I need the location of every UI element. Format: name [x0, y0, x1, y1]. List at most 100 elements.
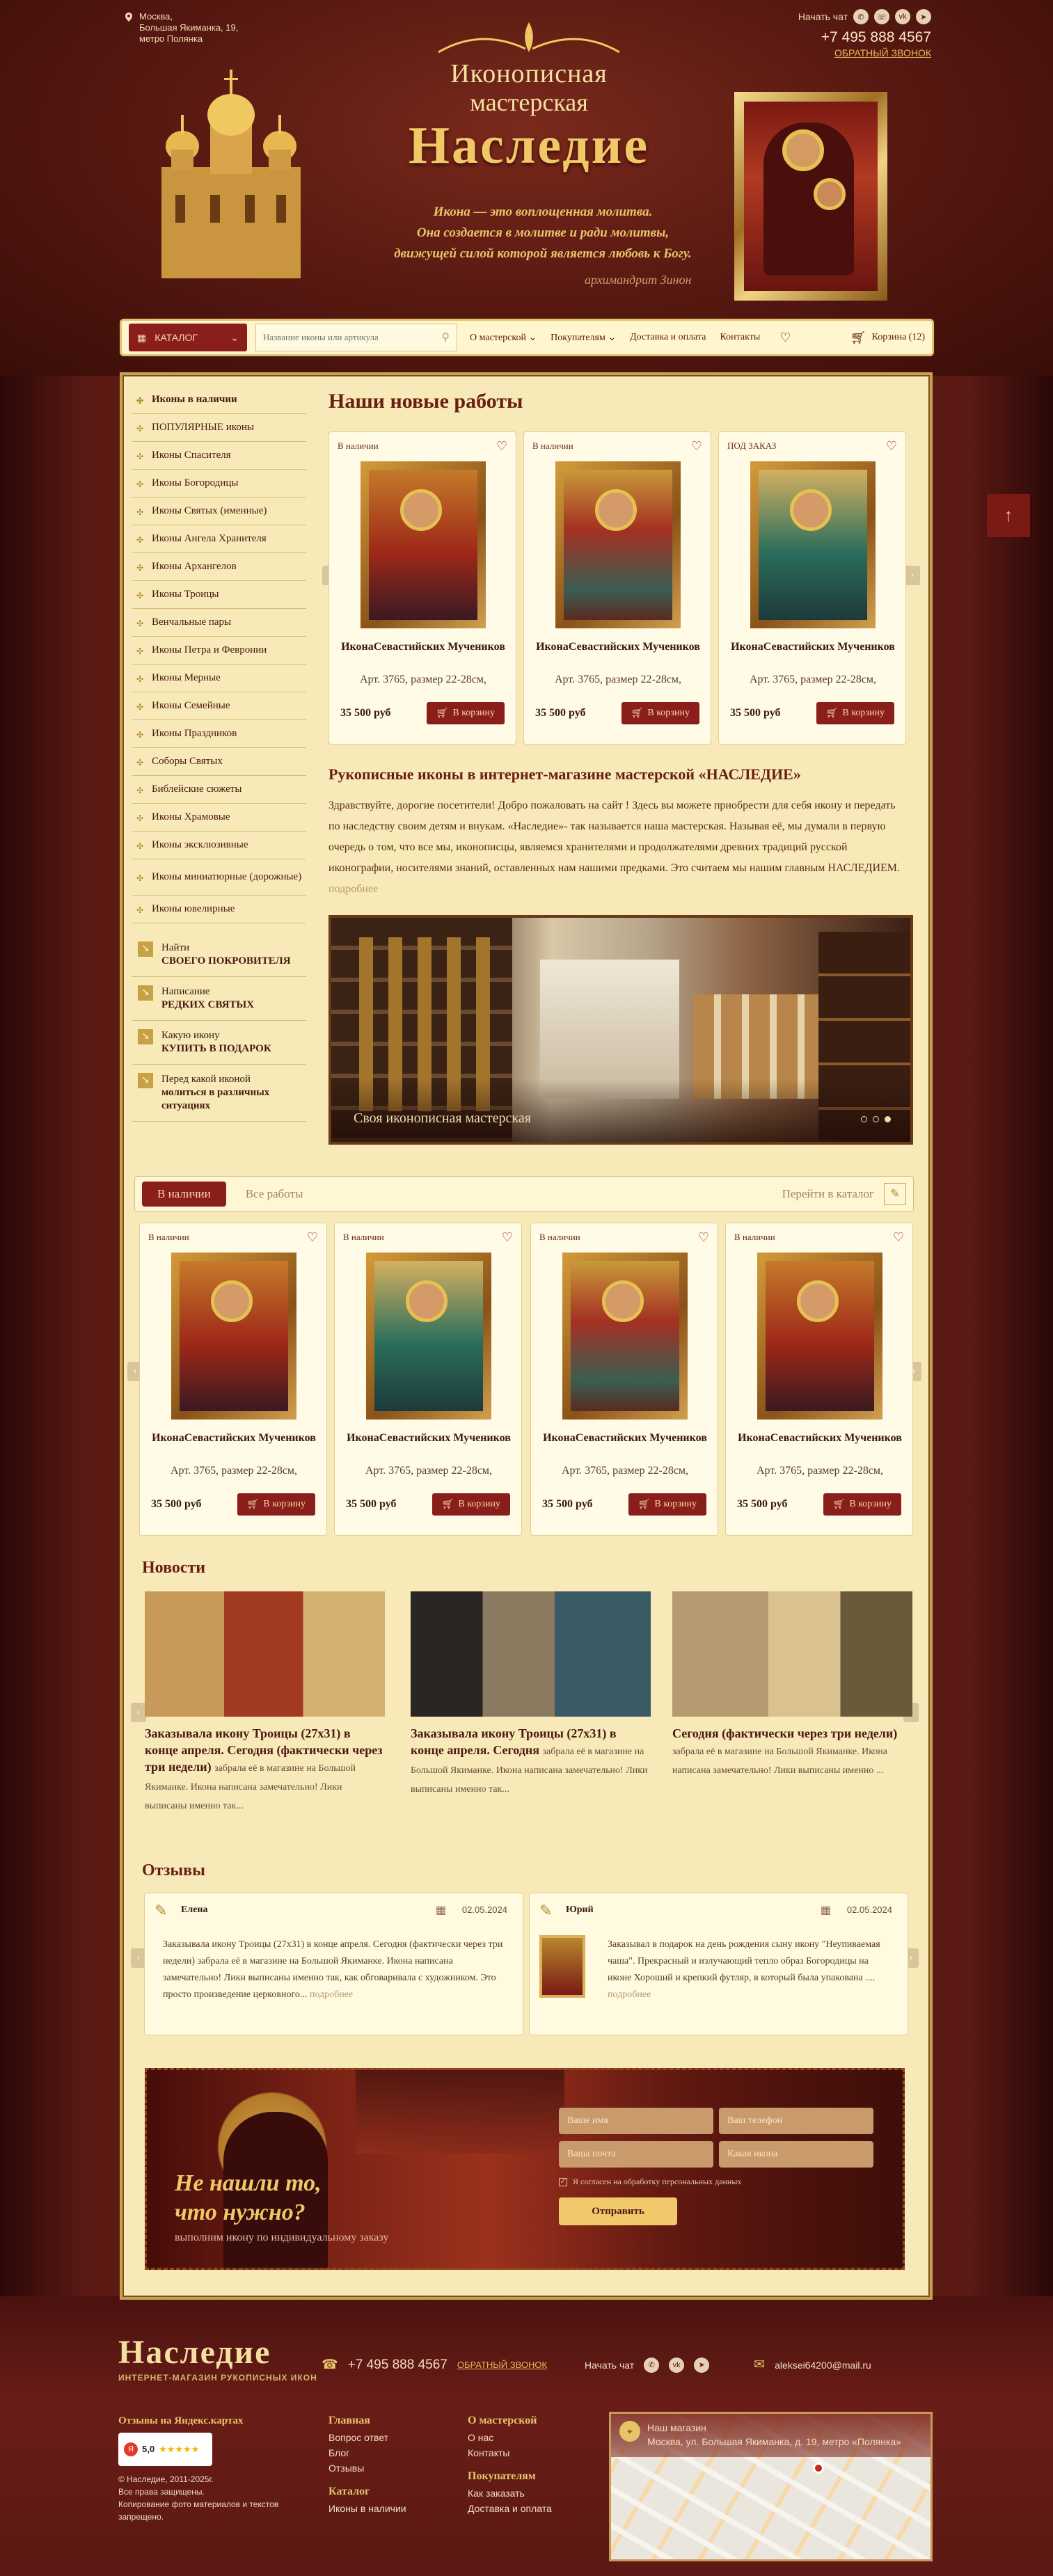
scroll-top-button[interactable]: ↑ [987, 494, 1030, 537]
heart-icon[interactable]: ♡ [307, 1230, 318, 1245]
nav-contacts[interactable]: Контакты [720, 332, 760, 343]
sidebar-item[interactable]: ✣ Иконы ювелирные [132, 896, 306, 923]
checkbox-icon[interactable]: ✓ [559, 2177, 567, 2186]
viber-icon[interactable]: ☏ [874, 9, 889, 24]
vk-icon[interactable]: vk [895, 9, 910, 24]
product-image[interactable] [366, 1253, 491, 1420]
sidebar-promo-link[interactable]: ↘ Какую икону КУПИТЬ В ПОДАРОК [132, 1021, 306, 1065]
sidebar-item[interactable]: ✣ Иконы Спасителя [132, 442, 306, 470]
news-card[interactable]: Заказывала икону Троицы (27х31) в конце … [145, 1591, 385, 1815]
product-image[interactable] [361, 461, 486, 628]
add-to-cart-button[interactable]: 🛒︎ В корзину [823, 1493, 901, 1516]
sidebar-item[interactable]: ✣ Иконы Ангела Хранителя [132, 525, 306, 553]
news-card[interactable]: Заказывала икону Троицы (27х31) в конце … [411, 1591, 651, 1798]
catalog-link[interactable]: Перейти в каталог ✎ [782, 1183, 906, 1205]
yandex-rating-badge[interactable]: Я 5,0 ★★★★★ [118, 2433, 212, 2466]
sidebar-item[interactable]: ✣ Иконы Мерные [132, 665, 306, 692]
review-more-link[interactable]: подробнее [608, 1989, 651, 2000]
footer-col-title[interactable]: Каталог [328, 2483, 406, 2501]
footer-col-title[interactable]: Покупателям [468, 2467, 552, 2486]
sidebar-promo-link[interactable]: ↘ Найти СВОЕГО ПОКРОВИТЕЛЯ [132, 933, 306, 977]
footer-col-title[interactable]: Главная [328, 2412, 406, 2430]
review-image[interactable] [539, 1935, 585, 1998]
news-title[interactable]: Сегодня (фактически через три недели) [672, 1726, 897, 1740]
product-image[interactable] [171, 1253, 296, 1420]
icon-field[interactable]: Какая икона [719, 2141, 873, 2168]
sidebar-item[interactable]: ✣ Иконы в наличии [132, 386, 306, 414]
heart-icon[interactable]: ♡ [886, 439, 897, 454]
email-field[interactable]: Ваша почта [559, 2141, 713, 2168]
footer-callback[interactable]: ОБРАТНЫЙ ЗВОНОК [457, 2360, 547, 2370]
sidebar-item[interactable]: ✣ Иконы миниатюрные (дорожные) [132, 859, 306, 896]
catalog-button[interactable]: ▦ КАТАЛОГ ⌄ [129, 324, 247, 351]
slider-dot[interactable] [885, 1116, 891, 1122]
whatsapp-icon[interactable]: ✆ [853, 9, 869, 24]
heart-icon[interactable]: ♡ [779, 331, 791, 345]
consent-row[interactable]: ✓ Я согласен на обработку персональных д… [559, 2177, 741, 2187]
product-card[interactable]: В наличии ♡ ИконаСевастийских Мучеников Арт… [530, 1223, 718, 1536]
footer-map[interactable]: ⌖ Наш магазин Москва, ул. Большая Якиман… [609, 2412, 933, 2561]
slider-dot[interactable] [873, 1116, 879, 1122]
footer-email[interactable]: aleksei64200@mail.ru [775, 2360, 871, 2371]
product-title[interactable]: ИконаСевастийских Мучеников [342, 1431, 516, 1445]
cart-button[interactable]: 🛒︎ Корзина (12) [850, 331, 925, 345]
footer-col-title[interactable]: О мастерской [468, 2412, 552, 2430]
heart-icon[interactable]: ♡ [496, 439, 507, 454]
heart-icon[interactable]: ♡ [893, 1230, 904, 1245]
header-phone[interactable]: +7 495 888 4567 [798, 28, 931, 47]
add-to-cart-button[interactable]: 🛒︎ В корзину [628, 1493, 706, 1516]
product-title[interactable]: ИконаСевастийских Мучеников [147, 1431, 321, 1445]
footer-link[interactable]: Контакты [468, 2445, 552, 2460]
tab-all-works[interactable]: Все работы [246, 1187, 303, 1201]
news-card[interactable]: Сегодня (фактически через три недели) за… [672, 1591, 912, 1779]
nav-about[interactable]: О мастерской ⌄ [470, 332, 537, 344]
footer-link[interactable]: Блог [328, 2445, 406, 2460]
product-image[interactable] [562, 1253, 688, 1420]
product-card[interactable]: В наличии ♡ ИконаСевастийских Мучеников Арт… [523, 431, 711, 745]
sidebar-item[interactable]: ✣ Иконы Петра и Февронии [132, 637, 306, 665]
telegram-icon[interactable]: ➤ [916, 9, 931, 24]
add-to-cart-button[interactable]: 🛒︎ В корзину [426, 702, 505, 724]
add-to-cart-button[interactable]: 🛒︎ В корзину [432, 1493, 510, 1516]
vk-icon[interactable]: vk [669, 2357, 685, 2373]
site-logo[interactable]: Иконописная мастерская Наследие [362, 21, 696, 175]
sidebar-promo-link[interactable]: ↘ Перед какой иконой молиться в различных … [132, 1065, 306, 1122]
nav-buyers[interactable]: Покупателям ⌄ [551, 332, 616, 344]
sidebar-item[interactable]: ✣ Иконы Святых (именные) [132, 498, 306, 525]
product-title[interactable]: ИконаСевастийских Мучеников [726, 639, 900, 654]
chat-label[interactable]: Начать чат [798, 11, 848, 22]
product-image[interactable] [750, 461, 876, 628]
footer-phone[interactable]: +7 495 888 4567 [348, 2358, 448, 2373]
tab-in-stock[interactable]: В наличии [142, 1182, 226, 1207]
sidebar-item[interactable]: ✣ Библейские сюжеты [132, 776, 306, 804]
next-arrow-icon[interactable]: › [905, 566, 920, 585]
submit-button[interactable]: Отправить [559, 2197, 677, 2225]
sidebar-item[interactable]: ✣ Иконы Храмовые [132, 804, 306, 832]
product-image[interactable] [757, 1253, 882, 1420]
search-icon[interactable]: ⚲ [441, 331, 450, 344]
sidebar-item[interactable]: ✣ ПОПУЛЯРНЫЕ иконы [132, 414, 306, 442]
footer-link[interactable]: Иконы в наличии [328, 2501, 406, 2516]
product-title[interactable]: ИконаСевастийских Мучеников [531, 639, 705, 654]
product-card[interactable]: В наличии ♡ ИконаСевастийских Мучеников Арт… [725, 1223, 913, 1536]
sidebar-item[interactable]: ✣ Соборы Святых [132, 748, 306, 776]
news-image[interactable] [145, 1591, 385, 1717]
nav-delivery[interactable]: Доставка и оплата [630, 332, 706, 343]
callback-link[interactable]: ОБРАТНЫЙ ЗВОНОК [798, 47, 931, 58]
whatsapp-icon[interactable]: ✆ [644, 2357, 660, 2373]
name-field[interactable]: Ваше имя [559, 2108, 713, 2134]
product-title[interactable]: ИконаСевастийских Мучеников [538, 1431, 712, 1445]
add-to-cart-button[interactable]: 🛒︎ В корзину [237, 1493, 315, 1516]
slider-dot[interactable] [861, 1116, 867, 1122]
footer-logo[interactable]: Наследие [118, 2335, 271, 2371]
sidebar-promo-link[interactable]: ↘ Написание РЕДКИХ СВЯТЫХ [132, 977, 306, 1021]
review-more-link[interactable]: подробнее [310, 1989, 353, 2000]
product-image[interactable] [555, 461, 681, 628]
product-title[interactable]: ИконаСевастийских Мучеников [336, 639, 510, 654]
footer-link[interactable]: Как заказать [468, 2486, 552, 2501]
add-to-cart-button[interactable]: 🛒︎ В корзину [816, 702, 894, 724]
prev-arrow-icon[interactable]: ‹ [131, 1703, 146, 1722]
footer-link[interactable]: Вопрос ответ [328, 2430, 406, 2445]
product-card[interactable]: ПОД ЗАКАЗ ♡ ИконаСевастийских Мучеников Арт… [718, 431, 906, 745]
slider-dots[interactable] [861, 1116, 891, 1122]
